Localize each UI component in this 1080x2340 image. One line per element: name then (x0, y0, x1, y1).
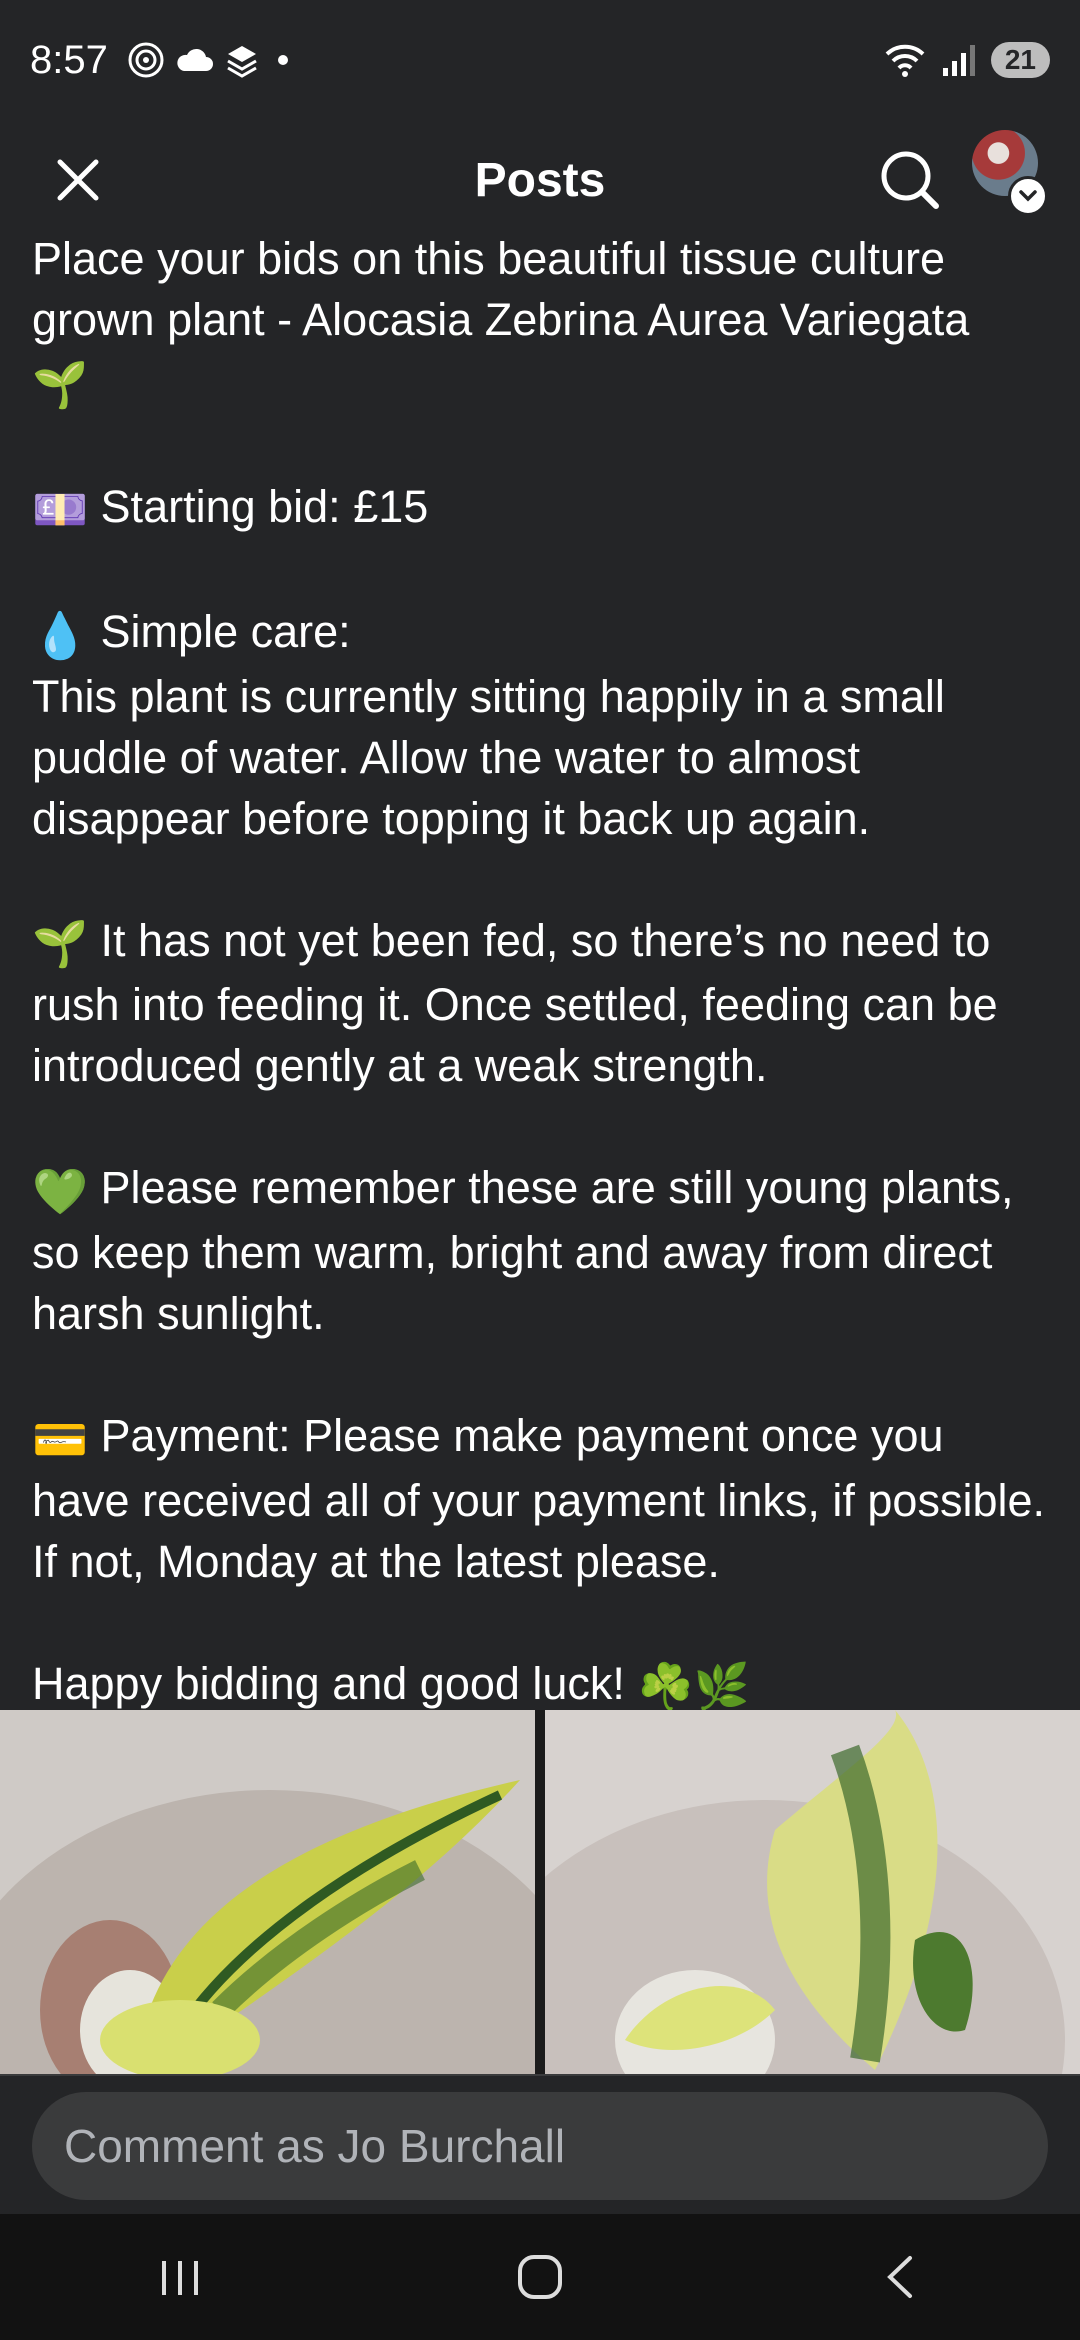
starting-bid: 💷 Starting bid: £15 (32, 476, 1052, 541)
system-nav-bar (0, 2214, 1080, 2340)
post-body: Place your bids on this beautiful tissue… (32, 228, 1052, 1717)
signal-icon (942, 45, 975, 76)
wifi-icon (885, 44, 925, 77)
back-button[interactable] (840, 2227, 960, 2327)
warm-text: Please remember these are still young pl… (32, 1162, 1014, 1340)
comment-bar: Comment as Jo Burchall (0, 2074, 1080, 2216)
app-bar: Posts (0, 120, 1080, 240)
back-icon (887, 2256, 912, 2298)
notification-icons (126, 40, 288, 80)
clover-herb-icon: ☘️🌿 (637, 1661, 750, 1713)
home-button[interactable] (480, 2227, 600, 2327)
recents-button[interactable] (120, 2227, 240, 2327)
layers-icon (227, 46, 257, 78)
status-bar: 8:57 21 (0, 0, 1080, 120)
chevron-down-icon (1008, 176, 1048, 216)
status-left: 8:57 (30, 38, 288, 83)
status-right: 21 (883, 42, 1050, 78)
fingerprint-icon (128, 42, 164, 78)
home-icon (518, 2255, 562, 2299)
post-intro: Place your bids on this beautiful tissue… (32, 228, 1052, 415)
close-icon (57, 159, 99, 201)
closing-text: Happy bidding and good luck! (32, 1657, 625, 1709)
search-icon (881, 151, 939, 209)
intro-text: Place your bids on this beautiful tissue… (32, 233, 970, 345)
post-photos (0, 1710, 1080, 2074)
search-button[interactable] (870, 140, 950, 220)
page-title: Posts (474, 153, 606, 207)
closing-line: Happy bidding and good luck! ☘️🌿 (32, 1653, 1052, 1718)
close-button[interactable] (40, 142, 116, 218)
payment-section: 💳 Payment: Please make payment once you … (32, 1405, 1052, 1592)
cloud-icon (177, 48, 213, 71)
plant-photo-1[interactable] (0, 1710, 535, 2074)
green-heart-icon: 💚 (32, 1166, 89, 1218)
plant-photo-2[interactable] (545, 1710, 1080, 2074)
more-notifications-dot (277, 55, 288, 65)
profile-menu-button[interactable] (972, 130, 1048, 216)
banknote-icon: 💷 (32, 484, 89, 536)
payment-text: Payment: Please make payment once you ha… (32, 1410, 1046, 1587)
feed-text: It has not yet been fed, so there’s no n… (32, 914, 998, 1092)
battery-indicator: 21 (990, 42, 1050, 78)
credit-card-icon: 💳 (32, 1413, 89, 1465)
comment-placeholder: Comment as Jo Burchall (64, 2120, 566, 2172)
droplet-icon: 💧 (32, 609, 89, 661)
starting-bid-text: Starting bid: £15 (100, 480, 429, 532)
warm-section: 💚 Please remember these are still young … (32, 1157, 1052, 1344)
care-text: This plant is currently sitting happily … (32, 670, 945, 844)
feed-section: 🌱 It has not yet been fed, so there’s no… (32, 910, 1052, 1097)
status-time: 8:57 (30, 37, 108, 82)
care-section: 💧 Simple care: This plant is currently si… (32, 601, 1052, 849)
seedling-icon: 🌱 (32, 918, 89, 970)
care-heading: Simple care: (100, 606, 351, 658)
comment-input[interactable]: Comment as Jo Burchall (32, 2092, 1048, 2200)
seedling-icon: 🌱 (32, 358, 89, 410)
recents-icon (162, 2261, 198, 2295)
